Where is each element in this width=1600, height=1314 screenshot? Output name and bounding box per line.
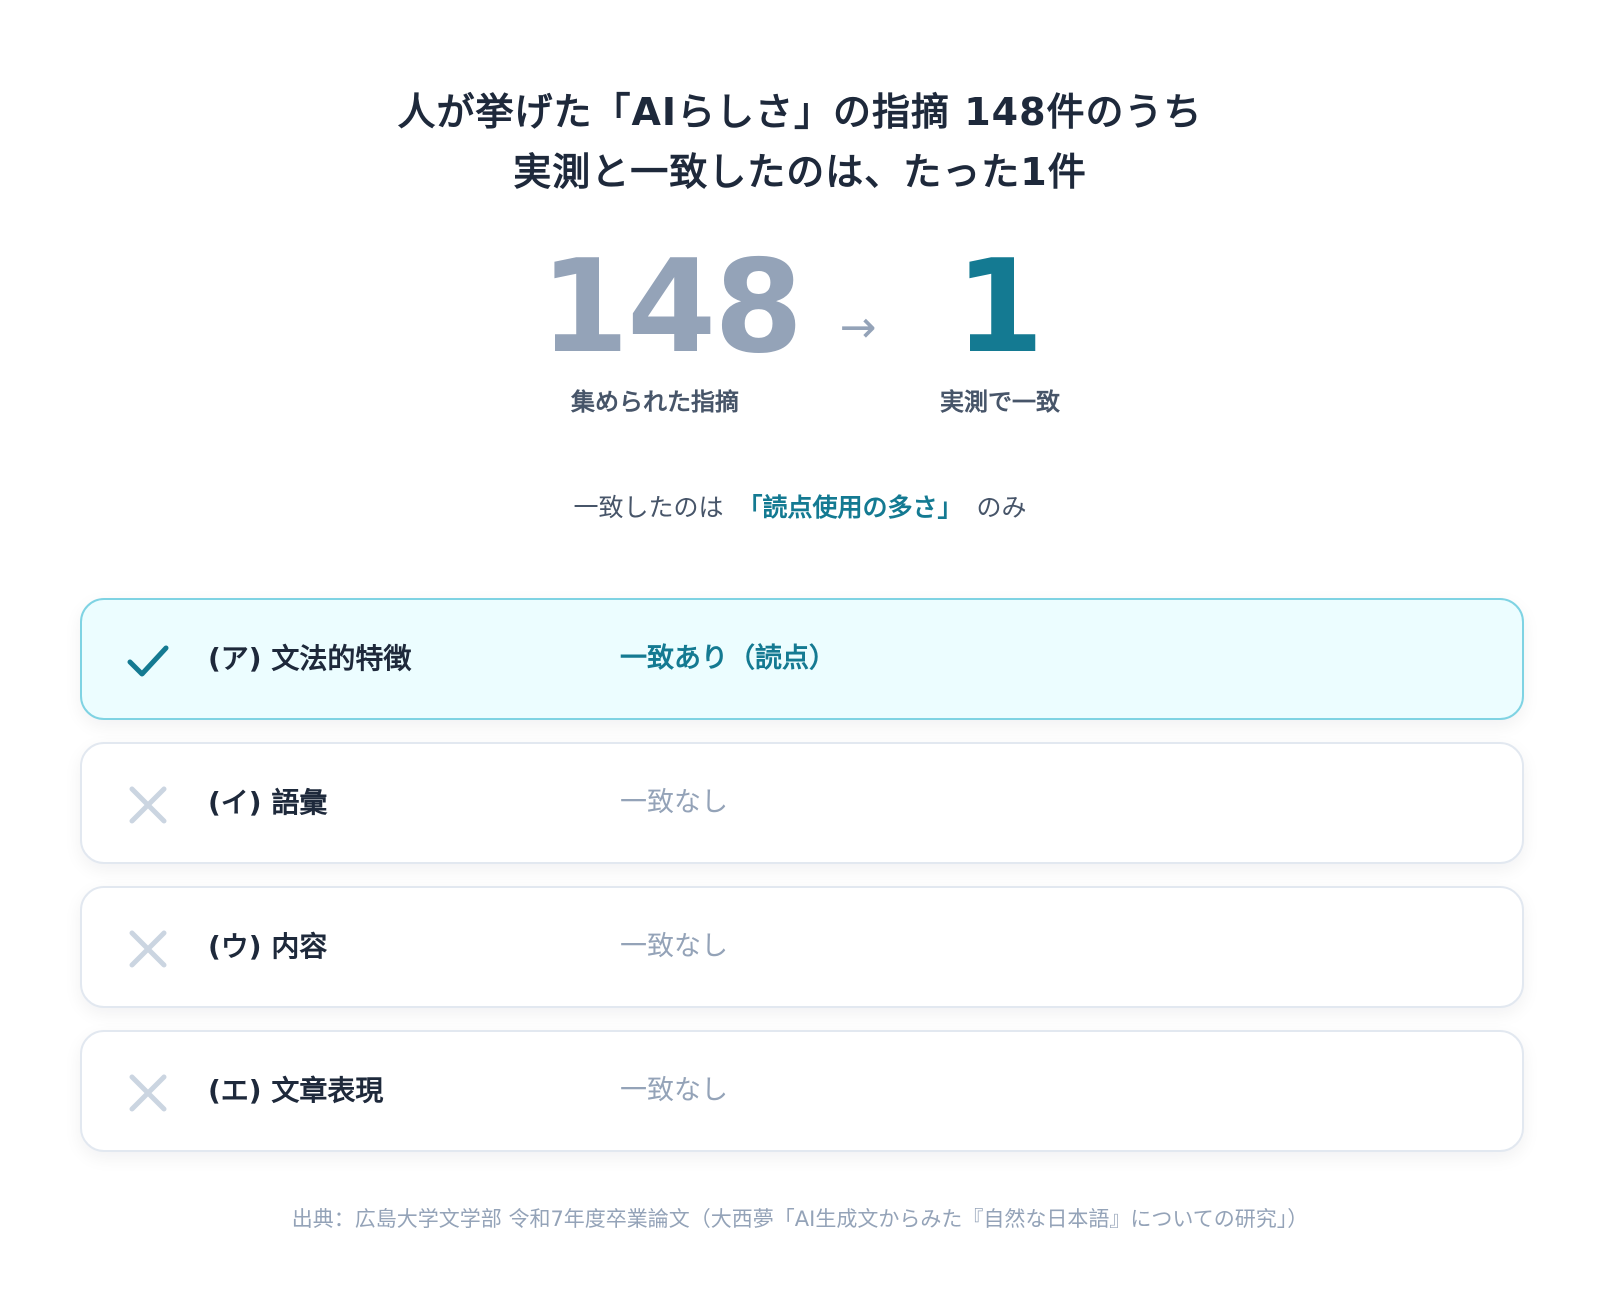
stat-after-label: 実測で一致 <box>940 388 1060 416</box>
x-icon <box>129 1074 167 1112</box>
headline: 人が挙げた「AIらしさ」の指摘 148件のうち 実測と一致したのは、たった1件 <box>0 82 1600 202</box>
category-result: 一致なし <box>620 931 728 962</box>
stat-before-value: 148 <box>540 233 803 382</box>
category-card-e: (エ) 文章表現 一致なし <box>80 1030 1524 1152</box>
x-icon <box>129 930 167 968</box>
arrow-right-icon: → <box>839 302 877 353</box>
summary-suffix: のみ <box>976 493 1027 522</box>
category-result: 一致なし <box>620 787 728 818</box>
category-list: (ア) 文法的特徴 一致あり（読点） (イ) 語彙 一致なし (ウ) 内容 一致… <box>80 598 1524 1174</box>
category-label: (エ) 文章表現 <box>208 1074 384 1107</box>
headline-line-2: 実測と一致したのは、たった1件 <box>513 150 1087 194</box>
x-icon <box>129 786 167 824</box>
stat-before-label: 集められた指摘 <box>571 388 739 416</box>
category-result: 一致なし <box>620 1075 728 1106</box>
stats-comparison: 148 → 1 集められた指摘 実測で一致 <box>0 233 1600 430</box>
category-label: (ア) 文法的特徴 <box>208 642 412 675</box>
category-card-u: (ウ) 内容 一致なし <box>80 886 1524 1008</box>
stat-after-value: 1 <box>955 233 1044 382</box>
summary-line: 一致したのは 「読点使用の多さ」 のみ <box>0 490 1600 526</box>
category-label: (ウ) 内容 <box>208 930 328 963</box>
headline-line-1: 人が挙げた「AIらしさ」の指摘 148件のうち <box>397 90 1203 134</box>
summary-prefix: 一致したのは <box>573 493 724 522</box>
category-card-a: (ア) 文法的特徴 一致あり（読点） <box>80 598 1524 720</box>
source-citation: 出典：広島大学文学部 令和7年度卒業論文（大西夢「AI生成文からみた『自然な日本… <box>291 1207 1309 1231</box>
summary-highlight: 「読点使用の多さ」 <box>737 493 963 522</box>
category-result: 一致あり（読点） <box>620 643 836 674</box>
category-card-i: (イ) 語彙 一致なし <box>80 742 1524 864</box>
check-icon <box>127 645 169 677</box>
category-label: (イ) 語彙 <box>208 786 328 819</box>
